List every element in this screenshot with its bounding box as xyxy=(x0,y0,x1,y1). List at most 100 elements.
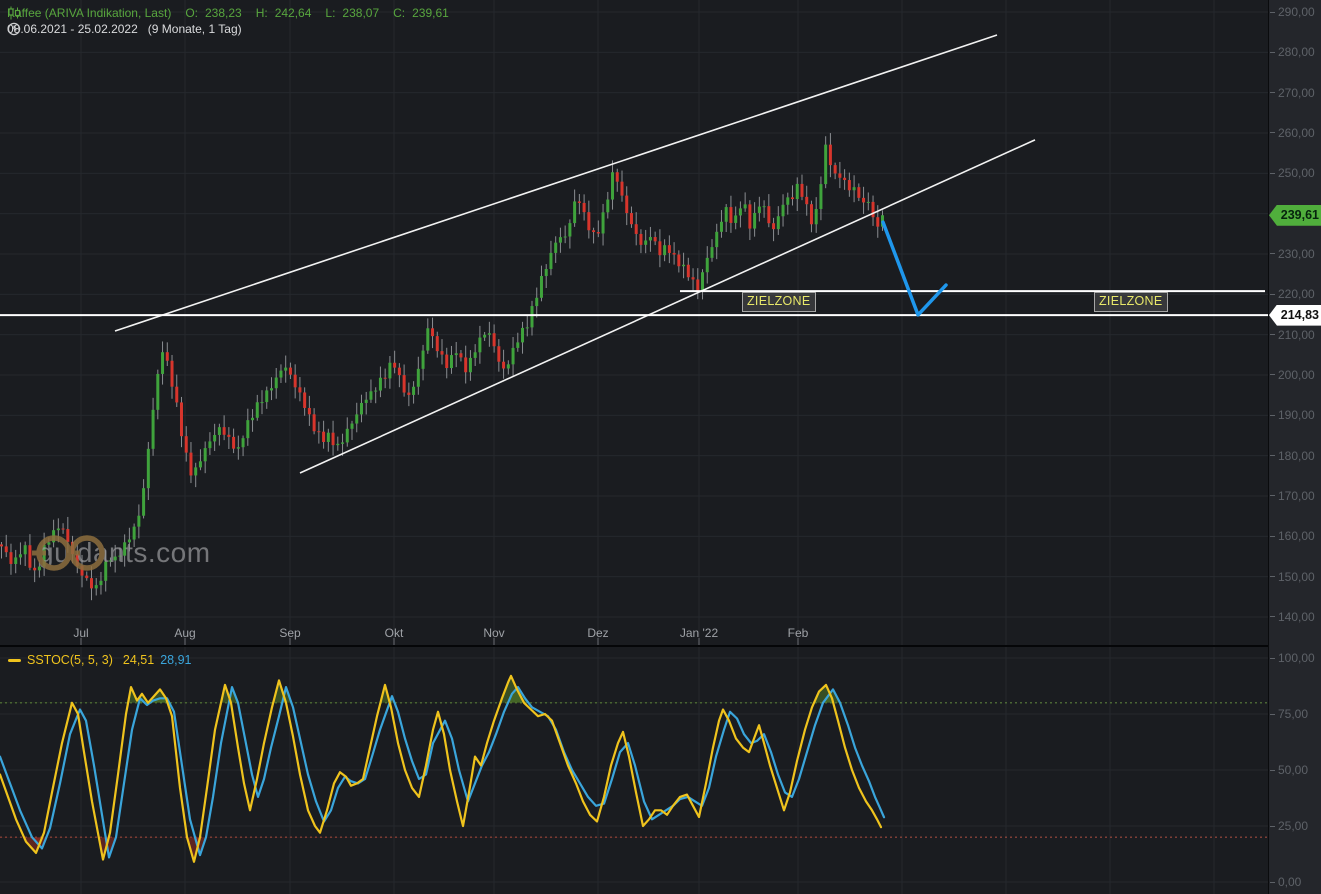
candle-down[interactable] xyxy=(616,172,619,181)
candle-up[interactable] xyxy=(507,364,510,368)
candle-down[interactable] xyxy=(289,368,292,375)
candle-down[interactable] xyxy=(625,196,628,213)
candle-down[interactable] xyxy=(431,328,434,336)
candle-down[interactable] xyxy=(592,230,595,232)
candle-up[interactable] xyxy=(758,207,761,213)
candle-up[interactable] xyxy=(137,516,140,527)
candle-up[interactable] xyxy=(815,209,818,224)
candle-down[interactable] xyxy=(872,202,875,217)
candle-up[interactable] xyxy=(554,243,557,253)
candle-down[interactable] xyxy=(857,187,860,198)
candle-down[interactable] xyxy=(578,201,581,203)
candle-up[interactable] xyxy=(682,265,685,266)
candle-down[interactable] xyxy=(403,375,406,392)
candle-up[interactable] xyxy=(469,358,472,372)
candle-down[interactable] xyxy=(876,217,879,226)
candle-down[interactable] xyxy=(180,402,183,436)
candle-down[interactable] xyxy=(843,178,846,180)
candle-up[interactable] xyxy=(649,237,652,240)
candle-up[interactable] xyxy=(744,204,747,208)
candle-down[interactable] xyxy=(630,213,633,224)
candle-down[interactable] xyxy=(800,184,803,197)
candle-down[interactable] xyxy=(654,237,657,241)
candle-up[interactable] xyxy=(488,333,491,335)
candle-up[interactable] xyxy=(753,213,756,229)
candle-up[interactable] xyxy=(369,391,372,399)
candle-up[interactable] xyxy=(95,585,98,588)
candle-up[interactable] xyxy=(142,488,145,516)
candle-up[interactable] xyxy=(526,327,529,328)
candle-down[interactable] xyxy=(0,544,3,546)
candle-up[interactable] xyxy=(99,581,102,585)
candle-down[interactable] xyxy=(587,212,590,230)
candle-up[interactable] xyxy=(867,202,870,203)
candle-up[interactable] xyxy=(819,184,822,209)
date-range[interactable]: 08.06.2021 - 25.02.2022 xyxy=(7,22,138,36)
candle-up[interactable] xyxy=(474,352,477,358)
candle-up[interactable] xyxy=(199,461,202,467)
candle-down[interactable] xyxy=(729,207,732,223)
candle-up[interactable] xyxy=(706,258,709,272)
candle-up[interactable] xyxy=(450,355,453,368)
candle-up[interactable] xyxy=(341,442,344,443)
candle-up[interactable] xyxy=(279,371,282,378)
candle-down[interactable] xyxy=(767,206,770,223)
candle-up[interactable] xyxy=(365,400,368,403)
candle-up[interactable] xyxy=(388,363,391,379)
zielzone-annotation-2[interactable]: ZIELZONE xyxy=(1094,292,1168,312)
candle-down[interactable] xyxy=(848,180,851,190)
candle-down[interactable] xyxy=(668,245,671,253)
candle-up[interactable] xyxy=(763,206,766,207)
candle-up[interactable] xyxy=(256,402,259,418)
candle-down[interactable] xyxy=(791,197,794,199)
candle-up[interactable] xyxy=(346,429,349,443)
candle-down[interactable] xyxy=(436,336,439,351)
candle-up[interactable] xyxy=(545,269,548,276)
candle-down[interactable] xyxy=(748,204,751,228)
candle-down[interactable] xyxy=(620,182,623,196)
candle-up[interactable] xyxy=(786,197,789,204)
candle-up[interactable] xyxy=(351,424,354,429)
candle-down[interactable] xyxy=(838,173,841,177)
candle-down[interactable] xyxy=(322,432,325,442)
candle-up[interactable] xyxy=(715,232,718,247)
candle-up[interactable] xyxy=(824,145,827,184)
candle-down[interactable] xyxy=(829,145,832,165)
candle-up[interactable] xyxy=(777,216,780,229)
price-axis[interactable]: 239,61 214,83 290,00280,00270,00260,0025… xyxy=(1268,0,1321,894)
candle-down[interactable] xyxy=(294,375,297,388)
candle-up[interactable] xyxy=(422,351,425,369)
candle-up[interactable] xyxy=(275,378,278,389)
candle-down[interactable] xyxy=(393,363,396,368)
candle-down[interactable] xyxy=(332,433,335,445)
candle-up[interactable] xyxy=(540,276,543,298)
candle-down[interactable] xyxy=(5,546,8,552)
candle-up[interactable] xyxy=(161,352,164,374)
candle-up[interactable] xyxy=(284,368,287,371)
candle-down[interactable] xyxy=(583,203,586,212)
candle-down[interactable] xyxy=(772,223,775,229)
zielzone-annotation-1[interactable]: ZIELZONE xyxy=(742,292,816,312)
candle-up[interactable] xyxy=(602,212,605,233)
candle-down[interactable] xyxy=(313,414,316,431)
candle-up[interactable] xyxy=(265,390,268,402)
candle-down[interactable] xyxy=(677,255,680,267)
candle-down[interactable] xyxy=(223,427,226,435)
candle-down[interactable] xyxy=(441,351,444,354)
candle-up[interactable] xyxy=(218,427,221,435)
candle-up[interactable] xyxy=(796,184,799,199)
candle-down[interactable] xyxy=(317,431,320,432)
candle-down[interactable] xyxy=(166,352,169,361)
candle-down[interactable] xyxy=(398,368,401,375)
candle-up[interactable] xyxy=(734,215,737,222)
candle-down[interactable] xyxy=(227,435,230,437)
candle-down[interactable] xyxy=(810,204,813,224)
candle-up[interactable] xyxy=(152,410,155,449)
candle-up[interactable] xyxy=(426,328,429,350)
candle-up[interactable] xyxy=(336,444,339,445)
candle-down[interactable] xyxy=(687,265,690,277)
candle-up[interactable] xyxy=(327,433,330,442)
candle-up[interactable] xyxy=(417,369,420,387)
candle-up[interactable] xyxy=(374,391,377,392)
candle-down[interactable] xyxy=(834,165,837,173)
